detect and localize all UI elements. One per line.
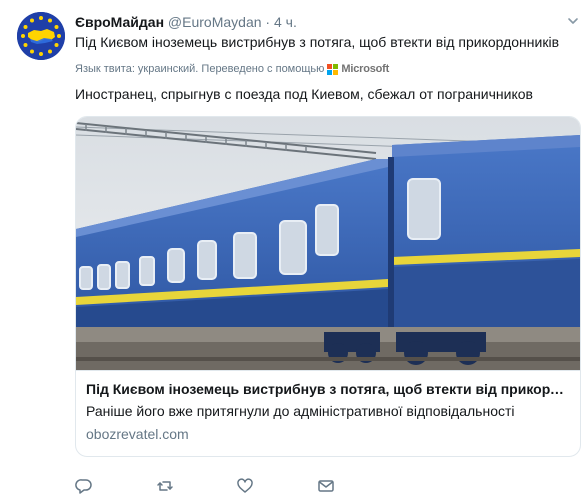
card-image — [76, 117, 580, 370]
card-description: Раніше його вже притягнули до адміністра… — [86, 403, 515, 419]
card-body: Під Києвом іноземець вистрибнув з потяга… — [76, 370, 580, 456]
timestamp[interactable]: 4 ч. — [274, 14, 297, 30]
retweet-icon[interactable] — [156, 477, 174, 495]
author-handle[interactable]: @EuroMaydan — [168, 14, 262, 30]
link-card[interactable]: Під Києвом іноземець вистрибнув з потяга… — [75, 116, 581, 457]
microsoft-logo-icon — [327, 63, 339, 75]
translation-info: Язык твита: украинский. Переведено с пом… — [75, 62, 389, 76]
train-photo — [76, 117, 580, 370]
card-domain: obozrevatel.com — [86, 426, 189, 442]
envelope-icon[interactable] — [317, 477, 335, 495]
author-name[interactable]: ЄвроМайдан — [75, 14, 164, 30]
translation-provider[interactable]: Microsoft — [341, 62, 389, 76]
translated-text: Иностранец, спрыгнув с поезда под Киевом… — [75, 86, 533, 102]
card-title: Під Києвом іноземець вистрибнув з потяга… — [86, 381, 570, 397]
heart-icon[interactable] — [236, 477, 254, 495]
separator-dot: · — [265, 14, 271, 30]
avatar[interactable] — [17, 12, 65, 60]
tweet-text: Під Києвом іноземець вистрибнув з потяга… — [75, 34, 560, 50]
translation-meta-text: Язык твита: украинский. Переведено с пом… — [75, 63, 325, 75]
tweet-actions — [75, 477, 375, 495]
chevron-down-icon[interactable] — [566, 14, 580, 28]
tweet-header: ЄвроМайдан @EuroMaydan · 4 ч. — [75, 13, 297, 31]
euromaidan-logo — [17, 12, 65, 60]
reply-icon[interactable] — [75, 477, 93, 495]
